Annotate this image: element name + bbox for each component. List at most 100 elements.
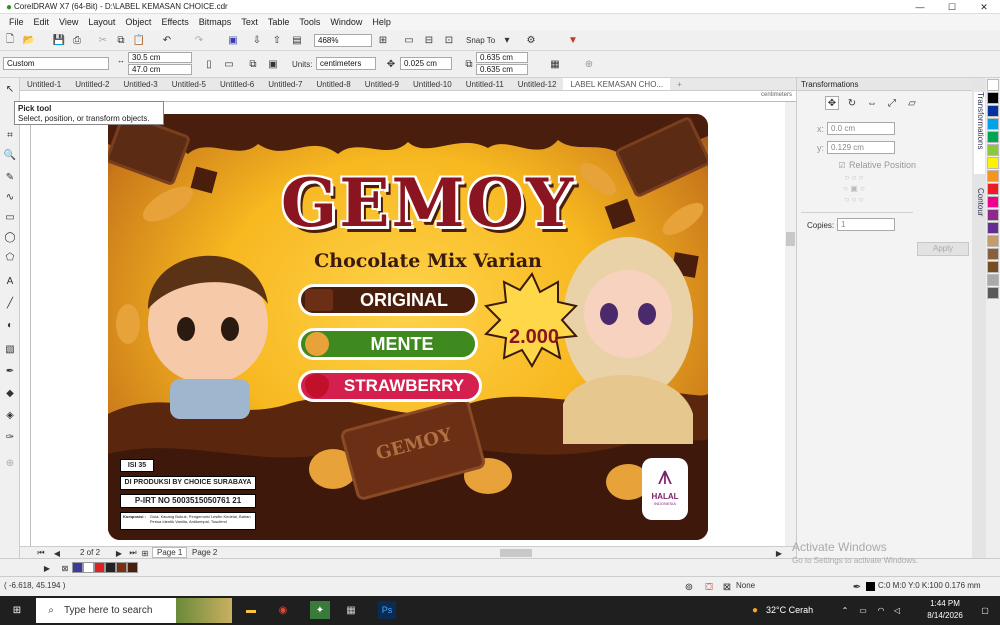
palette-swatch[interactable]	[987, 105, 999, 117]
apply-button[interactable]: Apply	[917, 242, 969, 256]
tab-untitled-5[interactable]: Untitled-5	[165, 78, 213, 90]
document-palette-swatch[interactable]	[83, 562, 94, 573]
weather-text[interactable]: 32°C Cerah	[766, 605, 813, 615]
document-palette-swatch[interactable]	[105, 562, 116, 573]
zoom-level-field[interactable]: 468%	[314, 34, 372, 47]
polygon-tool-icon[interactable]: ⬠	[3, 250, 17, 264]
document-palette-swatch[interactable]	[72, 562, 83, 573]
maximize-button[interactable]: ☐	[936, 0, 968, 14]
document-palette-swatch[interactable]	[116, 562, 127, 573]
menu-edit[interactable]: Edit	[29, 17, 55, 27]
palette-swatch[interactable]	[987, 209, 999, 221]
export-icon[interactable]: ⇧	[270, 33, 284, 47]
tab-untitled-7[interactable]: Untitled-7	[261, 78, 309, 90]
position-x-field[interactable]: 0.0 cm	[827, 122, 895, 135]
palette-swatch[interactable]	[987, 144, 999, 156]
full-screen-icon[interactable]: ▭	[402, 33, 416, 47]
minimize-button[interactable]: —	[904, 0, 936, 14]
new-icon[interactable]: 🗋	[3, 33, 17, 47]
palette-swatch[interactable]	[987, 79, 999, 91]
nav-icon[interactable]: ▶	[40, 561, 54, 575]
label-artwork[interactable]: GEMOY Chocolate Mix Varian ORIGINAL MENT…	[108, 114, 708, 540]
landscape-icon[interactable]: ▭	[222, 57, 236, 71]
palette-swatch[interactable]	[987, 92, 999, 104]
document-palette-swatch[interactable]	[94, 562, 105, 573]
palette-swatch[interactable]	[987, 170, 999, 182]
print-icon[interactable]: ⎙	[70, 33, 84, 47]
palette-swatch[interactable]	[987, 222, 999, 234]
connector-tool-icon[interactable]: ╱	[3, 296, 17, 310]
artistic-media-icon[interactable]: ∿	[3, 190, 17, 204]
options-icon[interactable]: ⚙	[524, 33, 538, 47]
chevron-down-icon[interactable]: ▾	[500, 33, 514, 47]
treat-as-filled-icon[interactable]: ▦	[548, 57, 562, 71]
duplicate-y-field[interactable]: 0.635 cm	[476, 64, 528, 75]
palette-swatch[interactable]	[987, 274, 999, 286]
crop-tool-icon[interactable]: ⌗	[3, 128, 17, 142]
publish-pdf-icon[interactable]: ▤	[290, 33, 304, 47]
skew-icon[interactable]: ▱	[905, 96, 919, 110]
clock-date[interactable]: 8/14/2026	[920, 611, 970, 620]
tab-untitled-12[interactable]: Untitled-12	[511, 78, 564, 90]
page-width-field[interactable]: 30.5 cm	[128, 52, 192, 63]
menu-table[interactable]: Table	[263, 17, 295, 27]
pick-tool-icon[interactable]: ↖	[3, 82, 17, 96]
search-content-icon[interactable]: ▣	[226, 33, 240, 47]
paste-icon[interactable]: 📋	[132, 33, 146, 47]
palette-swatch[interactable]	[987, 118, 999, 130]
no-color-icon[interactable]: ⊠	[58, 561, 72, 575]
vertical-ruler[interactable]	[20, 102, 31, 546]
palette-swatch[interactable]	[987, 157, 999, 169]
palette-swatch[interactable]	[987, 131, 999, 143]
checkbox-relative-position[interactable]: ☑	[835, 158, 849, 172]
menu-file[interactable]: File	[4, 17, 29, 27]
menu-bitmaps[interactable]: Bitmaps	[194, 17, 237, 27]
tab-transformations[interactable]: Transformations	[974, 92, 985, 174]
portrait-icon[interactable]: ▯	[202, 57, 216, 71]
tab-untitled-9[interactable]: Untitled-9	[358, 78, 406, 90]
position-y-field[interactable]: 0.129 cm	[827, 141, 895, 154]
menu-effects[interactable]: Effects	[156, 17, 193, 27]
menu-window[interactable]: Window	[325, 17, 367, 27]
position-icon[interactable]: ✥	[825, 96, 839, 110]
page-preset-dropdown[interactable]: Custom	[3, 57, 109, 70]
show-grid-icon[interactable]: ⊡	[442, 33, 456, 47]
volume-icon[interactable]: ◁	[890, 603, 904, 617]
taskbar-search[interactable]: ⌕ Type here to search	[36, 598, 232, 623]
page-tab-1[interactable]: Page 1	[152, 547, 188, 558]
tab-untitled-2[interactable]: Untitled-2	[68, 78, 116, 90]
outline-pen-icon[interactable]: ✑	[3, 430, 17, 444]
palette-swatch[interactable]	[987, 235, 999, 247]
ellipse-tool-icon[interactable]: ◯	[3, 230, 17, 244]
rectangle-tool-icon[interactable]: ▭	[3, 210, 17, 224]
horizontal-scroll-thumb[interactable]	[500, 549, 532, 557]
copy-icon[interactable]: ⧉	[114, 33, 128, 47]
interactive-fill-icon[interactable]: ◆	[3, 386, 17, 400]
menu-view[interactable]: View	[54, 17, 83, 27]
rotate-icon[interactable]: ↻	[845, 96, 859, 110]
chevron-up-icon[interactable]: ⌃	[838, 603, 852, 617]
add-tab-icon[interactable]: +	[670, 78, 689, 90]
eyedropper-icon[interactable]: ✒	[3, 364, 17, 378]
add-icon[interactable]: ⊕	[582, 57, 596, 71]
nudge-distance-field[interactable]: 0.025 cm	[400, 57, 452, 70]
open-icon[interactable]: 📂	[22, 33, 36, 47]
palette-swatch[interactable]	[987, 196, 999, 208]
current-page-icon[interactable]: ▣	[266, 57, 280, 71]
tab-untitled-10[interactable]: Untitled-10	[406, 78, 459, 90]
menu-tools[interactable]: Tools	[294, 17, 325, 27]
palette-swatch[interactable]	[987, 261, 999, 273]
chrome-icon[interactable]: ◉	[276, 603, 290, 617]
application-launcher-icon[interactable]: ▼	[566, 33, 580, 47]
network-icon[interactable]: ▭	[856, 603, 870, 617]
palette-swatch[interactable]	[987, 287, 999, 299]
notifications-icon[interactable]: ▢	[978, 603, 992, 617]
page-tab-2[interactable]: Page 2	[192, 548, 217, 557]
save-icon[interactable]: 💾	[52, 33, 66, 47]
calculator-icon[interactable]: ▦	[344, 603, 358, 617]
photoshop-icon[interactable]: Ps	[378, 601, 396, 619]
freehand-tool-icon[interactable]: ✎	[3, 170, 17, 184]
duplicate-x-field[interactable]: 0.635 cm	[476, 52, 528, 63]
wifi-icon[interactable]: ◠	[874, 603, 888, 617]
tab-untitled-6[interactable]: Untitled-6	[213, 78, 261, 90]
